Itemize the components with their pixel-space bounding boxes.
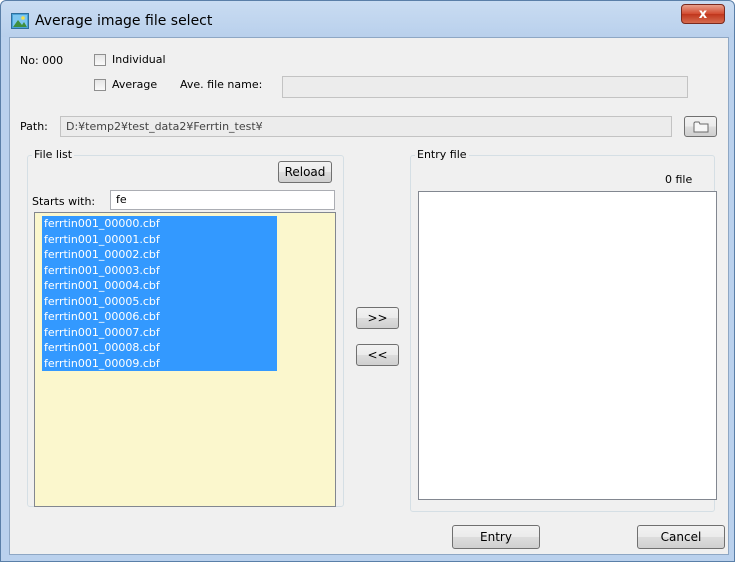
entry-file-title: Entry file	[415, 148, 469, 161]
path-label: Path:	[20, 120, 48, 133]
dialog-window: Average image file select x No: 000 Indi…	[0, 0, 735, 562]
average-checkbox[interactable]	[94, 79, 106, 91]
title-bar[interactable]: Average image file select x	[1, 1, 734, 37]
file-list[interactable]: ferrtin001_00000.cbf ferrtin001_00001.cbf…	[34, 212, 336, 507]
window-title: Average image file select	[35, 13, 213, 29]
individual-label: Individual	[112, 53, 166, 66]
path-input[interactable]: D:¥temp2¥test_data2¥Ferrtin_test¥	[60, 116, 672, 137]
dialog-client-area: No: 000 Individual Average Ave. file nam…	[9, 37, 729, 555]
file-list-item[interactable]: ferrtin001_00002.cbf	[42, 247, 277, 263]
cancel-button[interactable]: Cancel	[637, 525, 725, 549]
starts-with-input[interactable]: fe	[110, 190, 335, 210]
starts-with-label: Starts with:	[32, 195, 96, 208]
reload-button[interactable]: Reload	[278, 161, 332, 183]
ave-file-name-input[interactable]	[282, 76, 688, 98]
folder-icon	[693, 121, 708, 133]
file-list-item[interactable]: ferrtin001_00003.cbf	[42, 262, 277, 278]
ave-file-name-label: Ave. file name:	[180, 78, 263, 91]
file-list-item[interactable]: ferrtin001_00007.cbf	[42, 324, 277, 340]
individual-checkbox[interactable]	[94, 54, 106, 66]
entry-file-list[interactable]	[418, 191, 717, 500]
file-list-items: ferrtin001_00000.cbf ferrtin001_00001.cbf…	[35, 213, 335, 371]
number-label: No: 000	[20, 54, 64, 67]
entry-file-count: 0 file	[665, 173, 693, 186]
remove-entry-button[interactable]: <<	[356, 344, 399, 366]
file-list-item[interactable]: ferrtin001_00004.cbf	[42, 278, 277, 294]
entry-button[interactable]: Entry	[452, 525, 540, 549]
add-entry-button[interactable]: >>	[356, 307, 399, 329]
file-list-item[interactable]: ferrtin001_00000.cbf	[42, 216, 277, 232]
file-list-item[interactable]: ferrtin001_00001.cbf	[42, 231, 277, 247]
file-list-item[interactable]: ferrtin001_00009.cbf	[42, 355, 277, 371]
close-icon: x	[698, 7, 708, 22]
app-icon	[11, 13, 29, 29]
file-list-title: File list	[32, 148, 75, 161]
file-list-item[interactable]: ferrtin001_00005.cbf	[42, 293, 277, 309]
average-label: Average	[112, 78, 158, 91]
close-button[interactable]: x	[681, 4, 725, 24]
file-list-item[interactable]: ferrtin001_00006.cbf	[42, 309, 277, 325]
browse-folder-button[interactable]	[684, 116, 717, 137]
file-list-item[interactable]: ferrtin001_00008.cbf	[42, 340, 277, 356]
